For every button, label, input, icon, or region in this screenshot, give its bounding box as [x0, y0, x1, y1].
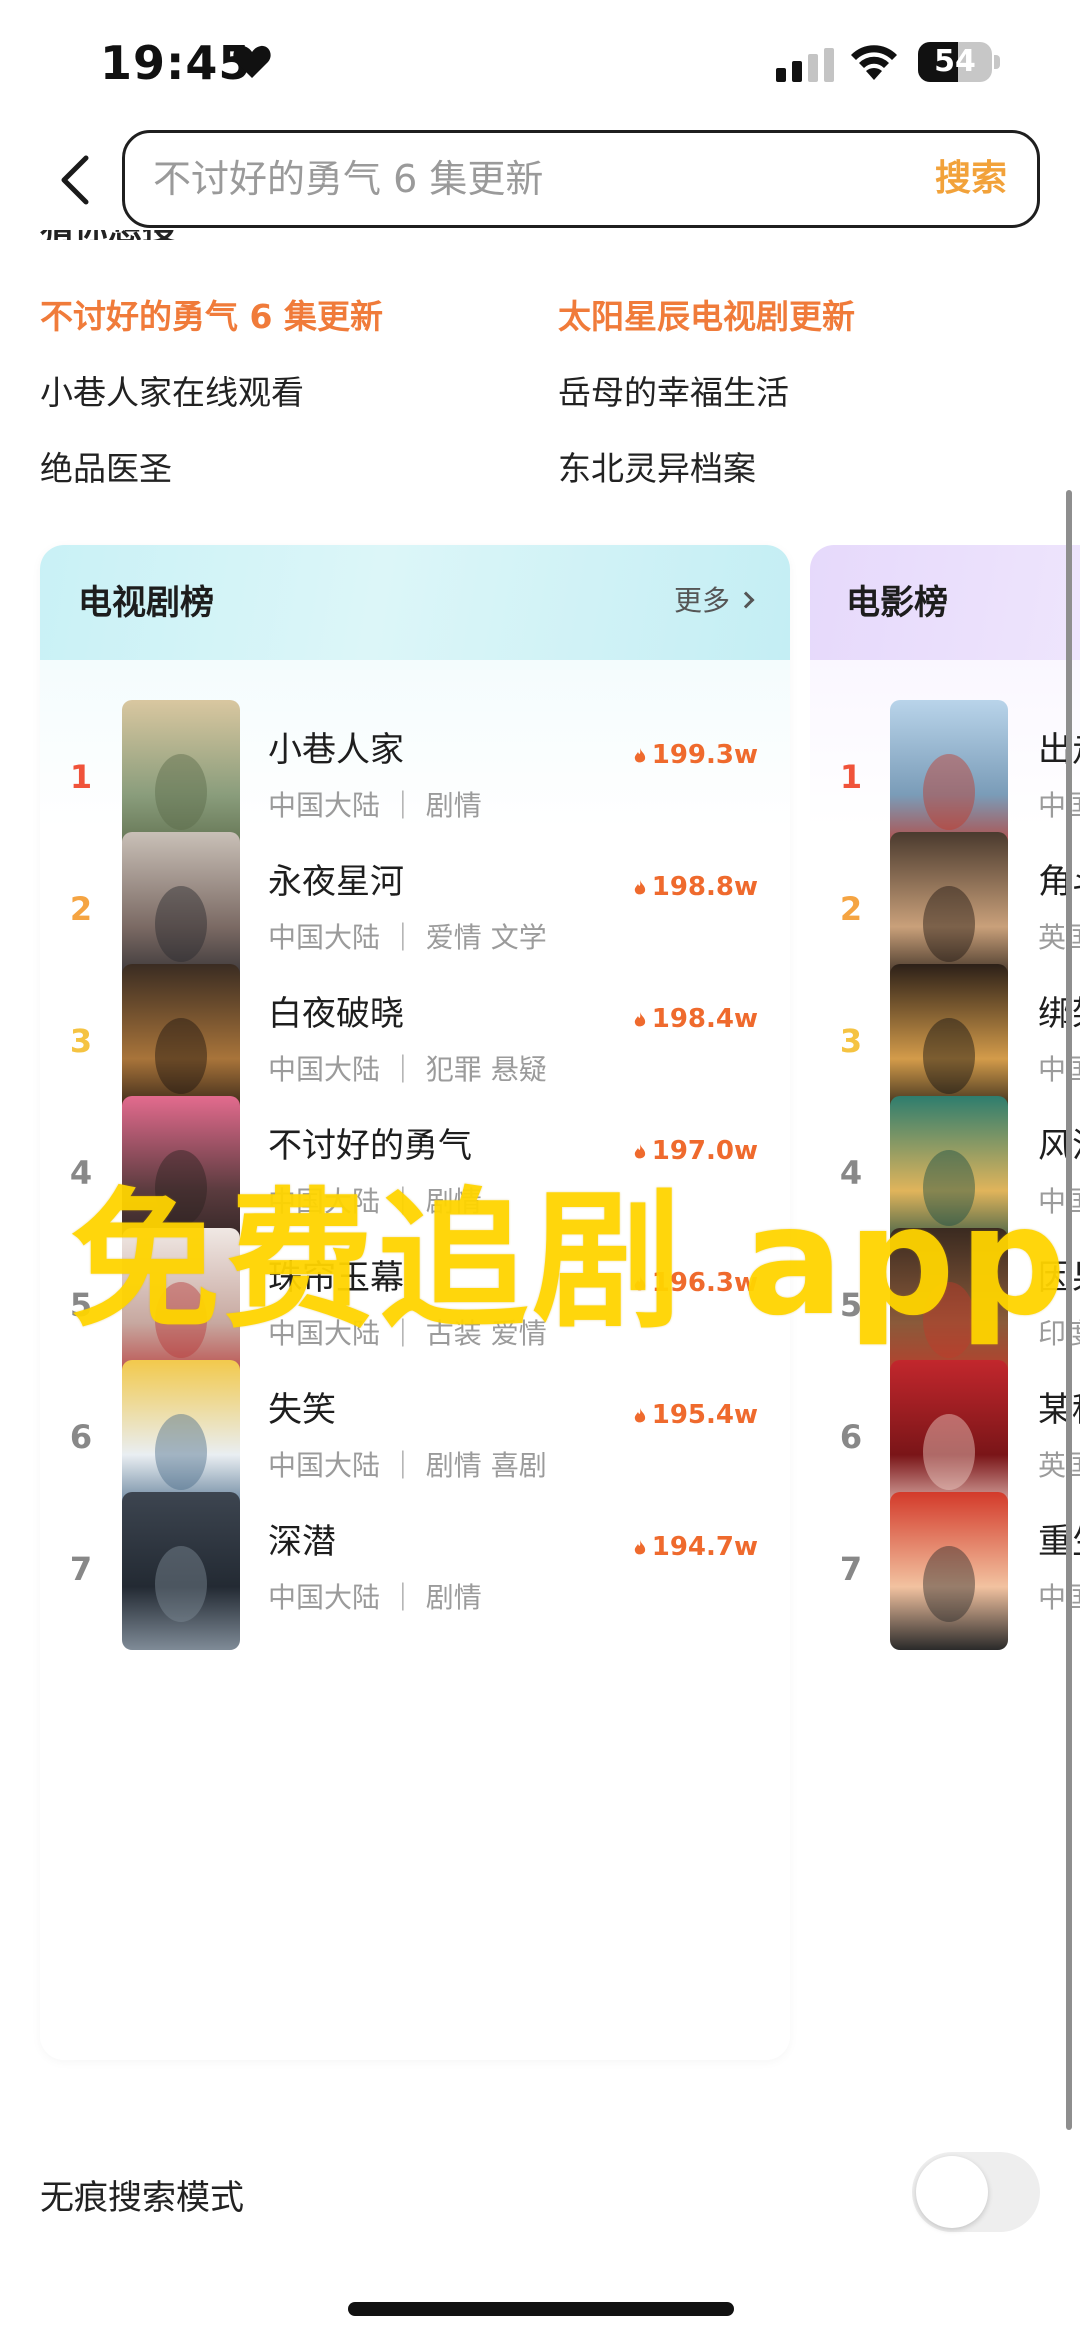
tv-ranking-header: 电视剧榜 更多	[40, 545, 790, 660]
guess-item[interactable]: 太阳星辰电视剧更新	[558, 290, 855, 338]
guess-item[interactable]: 岳母的幸福生活	[558, 366, 789, 414]
guess-item[interactable]: 小巷人家在线观看	[40, 366, 304, 414]
heart-icon	[233, 45, 271, 78]
hot-score-value: 196.3w	[651, 1268, 758, 1298]
show-title: 深潜	[268, 1522, 336, 1562]
rank-number: 4	[839, 1154, 863, 1192]
guess-item[interactable]: 东北灵异档案	[558, 442, 756, 490]
poster-image[interactable]	[122, 1492, 240, 1650]
hot-score: 198.4w	[634, 1004, 758, 1034]
status-time: 19:45	[100, 36, 252, 90]
rank-number: 2	[69, 890, 93, 928]
rank-number: 7	[839, 1550, 863, 1588]
show-meta: 中国大陆 ｜ 剧情	[268, 1581, 482, 1614]
show-meta: 中国大陆 ｜ 古装 爱情	[268, 1317, 547, 1350]
rank-number: 1	[839, 758, 863, 796]
movie-ranking-title: 电影榜	[846, 583, 948, 623]
show-title: 不讨好的勇气	[268, 1126, 472, 1166]
hot-score: 199.3w	[634, 740, 758, 770]
flame-icon	[634, 1144, 645, 1159]
scrollbar-thumb[interactable]	[1066, 490, 1072, 2130]
hot-score-value: 195.4w	[651, 1400, 758, 1430]
hot-score: 196.3w	[634, 1268, 758, 1298]
rank-number: 2	[839, 890, 863, 928]
incognito-toggle[interactable]	[912, 2152, 1040, 2232]
tv-ranking-list: 1 小巷人家中国大陆 ｜ 剧情 199.3w 2 永夜星河中国大陆 ｜ 爱情 文学 198…	[40, 660, 790, 2060]
search-box: 搜索	[122, 130, 1040, 228]
hot-score-value: 198.8w	[651, 872, 758, 902]
movie-ranking-card: 电影榜 1出走中国2角斗英国3绑架中国4风流中国5因果印度6某种英国7重生中国	[810, 545, 1080, 2060]
incognito-mode-label: 无痕搜索模式	[40, 2178, 244, 2218]
ranking-row[interactable]: 7重生中国	[810, 1492, 1080, 1652]
hot-score-value: 199.3w	[651, 740, 758, 770]
more-label: 更多	[673, 584, 730, 617]
flame-icon	[634, 1012, 645, 1027]
more-link[interactable]: 更多	[673, 579, 755, 619]
guess-item[interactable]: 不讨好的勇气 6 集更新	[40, 290, 383, 338]
status-bar: 19:45 54	[0, 0, 1080, 120]
wifi-icon	[851, 45, 897, 80]
home-indicator[interactable]	[348, 2302, 734, 2316]
hot-score-value: 197.0w	[651, 1136, 758, 1166]
show-meta: 中国大陆 ｜ 剧情	[268, 789, 482, 822]
guess-section-title: 猜你想搜	[40, 230, 176, 240]
show-title: 小巷人家	[268, 730, 404, 770]
hot-score: 198.8w	[634, 872, 758, 902]
battery-icon: 54	[918, 42, 1000, 82]
rank-number: 6	[839, 1418, 863, 1456]
rank-number: 1	[69, 758, 93, 796]
rank-number: 5	[69, 1286, 93, 1324]
tv-ranking-title: 电视剧榜	[78, 583, 214, 623]
search-button[interactable]: 搜索	[935, 133, 1007, 225]
flame-icon	[634, 748, 645, 763]
show-meta: 中国大陆 ｜ 剧情	[268, 1185, 482, 1218]
show-meta: 中国大陆 ｜ 剧情 喜剧	[268, 1449, 547, 1482]
hot-score: 197.0w	[634, 1136, 758, 1166]
show-meta: 中国大陆 ｜ 犯罪 悬疑	[268, 1053, 547, 1086]
rank-number: 5	[839, 1286, 863, 1324]
guess-item[interactable]: 绝品医圣	[40, 442, 172, 490]
cellular-signal-icon	[776, 48, 834, 82]
rank-number: 7	[69, 1550, 93, 1588]
hot-score: 194.7w	[634, 1532, 758, 1562]
search-input[interactable]	[153, 133, 913, 225]
battery-level-text: 54	[934, 44, 976, 79]
poster-image[interactable]	[890, 1492, 1008, 1650]
ranking-row[interactable]: 7 深潜中国大陆 ｜ 剧情 194.7w	[40, 1492, 790, 1652]
movie-ranking-header: 电影榜	[810, 545, 1080, 660]
rank-number: 4	[69, 1154, 93, 1192]
rank-number: 3	[839, 1022, 863, 1060]
flame-icon	[634, 1408, 645, 1423]
show-title: 珠帘玉幕	[268, 1258, 404, 1298]
back-button[interactable]	[50, 150, 100, 210]
hot-score: 195.4w	[634, 1400, 758, 1430]
flame-icon	[634, 1276, 645, 1291]
show-meta: 中国大陆 ｜ 爱情 文学	[268, 921, 547, 954]
show-title: 失笑	[268, 1390, 336, 1430]
rank-number: 3	[69, 1022, 93, 1060]
tv-ranking-card: 电视剧榜 更多 1 小巷人家 中国大陆 ｜ 剧情 199.3w 2 永夜星河 中国大陆 ｜ …	[40, 545, 790, 2060]
chevron-right-icon	[737, 591, 755, 609]
flame-icon	[634, 880, 645, 895]
toggle-knob	[916, 2156, 988, 2228]
show-title: 白夜破晓	[268, 994, 404, 1034]
show-title: 永夜星河	[268, 862, 404, 902]
movie-ranking-list: 1出走中国2角斗英国3绑架中国4风流中国5因果印度6某种英国7重生中国	[810, 660, 1080, 2060]
hot-score-value: 198.4w	[651, 1004, 758, 1034]
scrollbar[interactable]	[1066, 490, 1074, 2130]
flame-icon	[634, 1540, 645, 1555]
guess-section-title-clip: 猜你想搜	[0, 230, 1080, 260]
rank-number: 6	[69, 1418, 93, 1456]
hot-score-value: 194.7w	[651, 1532, 758, 1562]
